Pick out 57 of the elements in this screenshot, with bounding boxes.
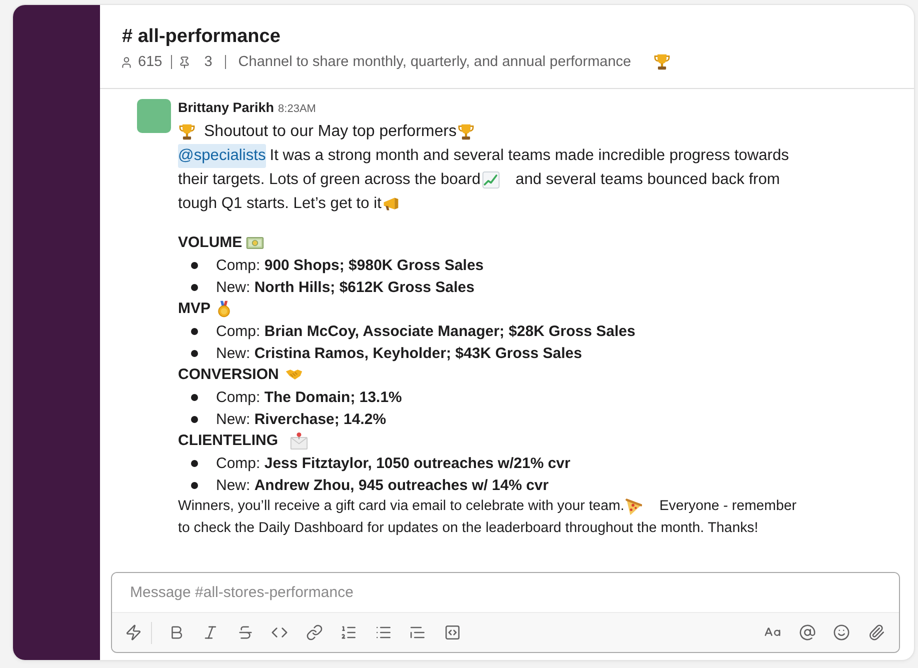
list-item-text: New: North Hills; $612K Gross Sales (216, 278, 474, 296)
trophy-icon (456, 123, 475, 141)
message-composer[interactable]: Message #all-stores-performance (111, 572, 900, 653)
blockquote-icon (409, 624, 426, 641)
list-item-text: Comp: 900 Shops; $980K Gross Sales (216, 256, 484, 274)
pizza-icon (624, 498, 642, 516)
message-time[interactable]: 8:23AM (278, 101, 316, 118)
message-text: It was a strong month and several teams made incredible progress towards (270, 146, 789, 166)
chart-icon (482, 171, 500, 189)
message-text: and several teams bounced back from (516, 170, 780, 190)
bullet-icon (191, 350, 198, 356)
pin-count[interactable]: 3 (204, 52, 212, 72)
message-text: to check the Daily Dashboard for updates on the leaderboard throughout the month. Thanks! (178, 518, 758, 538)
list-item-text: Comp: The Domain; 13.1% (216, 388, 402, 406)
smiley-icon (833, 624, 850, 641)
trophy-icon (178, 123, 196, 141)
pin-icon (178, 56, 192, 68)
money-icon (246, 234, 264, 252)
person-icon (120, 56, 133, 68)
bullet-icon (191, 394, 198, 400)
member-count[interactable]: 615 (138, 52, 162, 72)
link-icon (306, 624, 322, 641)
author-name[interactable]: Brittany Parikh (178, 99, 274, 116)
at-sign-icon (798, 624, 816, 641)
list-item-text: New: Riverchase; 14.2% (216, 410, 386, 428)
section-heading: VOLUME (178, 233, 242, 253)
italic-icon (202, 624, 219, 641)
trophy-icon (653, 53, 672, 71)
section-heading: CONVERSION (178, 365, 279, 385)
message-headline: Shoutout to our May top performers (204, 122, 457, 142)
list-item-text: Comp: Jess Fitztaylor, 1050 outreaches w/21% cvr (216, 454, 570, 472)
list-item-text: New: Andrew Zhou, 945 outreaches w/ 14% cvr (216, 476, 549, 494)
bullet-icon (191, 262, 198, 268)
bullet-icon (191, 460, 198, 466)
list-item-text: New: Cristina Ramos, Keyholder; $43K Gross Sales (216, 344, 582, 362)
message-text: Winners, you’ll receive a gift card via email to celebrate with your team. (178, 497, 624, 516)
bullet-icon (191, 482, 198, 488)
bullet-icon (191, 328, 198, 334)
message-text: Everyone - remember (659, 497, 797, 516)
strikethrough-icon (236, 624, 254, 641)
paperclip-icon (868, 624, 884, 641)
megaphone-icon (382, 195, 400, 213)
envelope-icon (290, 432, 308, 450)
bullet-icon (191, 416, 198, 422)
list-item-text: Comp: Brian McCoy, Associate Manager; $28K Gross Sales (216, 322, 636, 340)
lightning-icon (124, 624, 142, 641)
bulleted-list-icon (374, 624, 392, 641)
mention-link[interactable]: @specialists (178, 144, 266, 168)
bullet-icon (191, 284, 198, 290)
numbered-list-icon (340, 624, 357, 641)
message-text: tough Q1 starts. Let’s get to it (178, 194, 382, 214)
section-heading: MVP (178, 299, 211, 319)
channel-title: # all-performance (122, 25, 280, 49)
section-heading: CLIENTELING (178, 431, 278, 451)
channel-description: Channel to share monthly, quarterly, and annual performance (238, 53, 632, 72)
message-text: their targets. Lots of green across the board (178, 170, 481, 190)
code-block-icon (444, 624, 460, 641)
